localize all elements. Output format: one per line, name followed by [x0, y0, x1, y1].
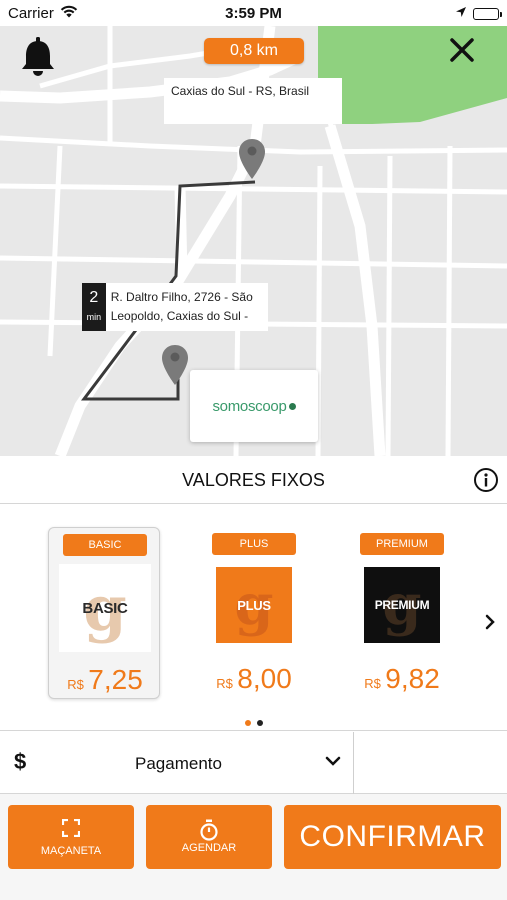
chevron-down-icon[interactable]: [325, 754, 341, 772]
currency-symbol: R$: [67, 677, 84, 692]
payment-label: Pagamento: [135, 754, 222, 773]
category-badge: PLUS: [212, 533, 296, 555]
destination-pin-icon: [238, 138, 266, 185]
door-handle-button[interactable]: MAÇANETA: [8, 805, 134, 869]
origin-eta-callout: 2 min R. Daltro Filho, 2726 - São Leopol…: [82, 283, 268, 331]
confirm-button[interactable]: CONFIRMAR: [284, 805, 501, 869]
divider: [353, 732, 354, 794]
origin-pin-icon: [161, 344, 189, 391]
page-dot: [256, 720, 263, 726]
category-card-plus[interactable]: PLUS g PLUS R$ 8,00: [198, 527, 310, 699]
battery-icon: [473, 8, 502, 20]
destination-label: Caxias do Sul - RS, Brasil: [164, 78, 342, 124]
close-icon[interactable]: [448, 36, 476, 69]
partner-logo-dot: [288, 402, 296, 410]
category-badge: PREMIUM: [360, 533, 444, 555]
door-handle-label: MAÇANETA: [40, 845, 102, 857]
dollar-icon: $: [14, 749, 27, 774]
payment-selector[interactable]: $ Pagamento: [0, 732, 507, 794]
info-icon[interactable]: [473, 467, 499, 498]
category-image-plus: g PLUS: [216, 567, 292, 643]
category-price: R$ 9,82: [346, 663, 458, 695]
fare-section-header: VALORES FIXOS: [0, 456, 507, 504]
partner-logo: somoscoop: [212, 397, 287, 415]
page-indicator: [0, 713, 507, 731]
action-bar: MAÇANETA AGENDAR CONFIRMAR: [0, 794, 507, 900]
category-image-premium: g PREMIUM: [364, 567, 440, 643]
timer-icon: [146, 819, 272, 841]
category-image-label: PLUS: [237, 597, 271, 613]
category-price: R$ 8,00: [198, 663, 310, 695]
clock: 3:59 PM: [225, 5, 282, 22]
price-value: 9,82: [385, 663, 440, 694]
currency-symbol: R$: [364, 676, 381, 691]
schedule-button[interactable]: AGENDAR: [146, 805, 272, 869]
bell-icon[interactable]: [20, 36, 56, 83]
chevron-right-icon[interactable]: [484, 613, 496, 636]
status-icons: [455, 5, 502, 23]
category-card-basic[interactable]: BASIC g BASIC R$ 7,25: [48, 527, 160, 699]
page-dot-active: [244, 720, 251, 726]
eta-badge: 2 min: [82, 283, 106, 331]
eta-unit: min: [86, 312, 102, 322]
price-value: 7,25: [88, 664, 143, 695]
partner-logo-card: somoscoop: [190, 370, 318, 442]
section-title: VALORES FIXOS: [182, 470, 325, 490]
distance-badge: 0,8 km: [204, 38, 304, 64]
category-image-label: BASIC: [82, 599, 128, 617]
status-bar: Carrier 3:59 PM: [0, 0, 507, 26]
category-image-basic: g BASIC: [59, 564, 151, 652]
location-arrow-icon: [455, 5, 467, 23]
category-carousel[interactable]: BASIC g BASIC R$ 7,25 PLUS g PLUS R$ 8,0…: [0, 505, 507, 731]
category-price: R$ 7,25: [49, 664, 161, 696]
map-view[interactable]: 0,8 km Caxias do Sul - RS, Brasil 2 min …: [0, 26, 507, 456]
category-card-premium[interactable]: PREMIUM g PREMIUM R$ 9,82: [346, 527, 458, 699]
price-value: 8,00: [237, 663, 292, 694]
category-image-label: PREMIUM: [374, 598, 430, 612]
currency-symbol: R$: [216, 676, 233, 691]
confirm-label: CONFIRMAR: [299, 820, 486, 853]
expand-corners-icon: [8, 819, 134, 837]
category-badge: BASIC: [63, 534, 147, 556]
origin-address: R. Daltro Filho, 2726 - São Leopoldo, Ca…: [110, 290, 253, 323]
schedule-label: AGENDAR: [181, 842, 237, 854]
eta-value: 2: [89, 289, 99, 306]
